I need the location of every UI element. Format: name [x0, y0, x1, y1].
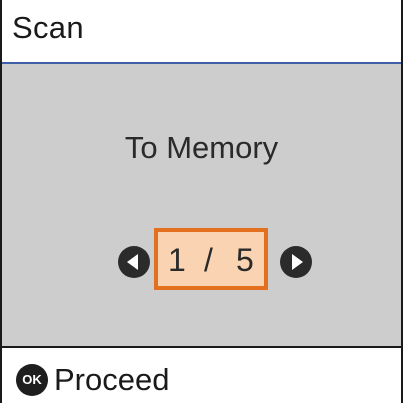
destination-label: To Memory: [124, 130, 279, 165]
total-pages: 5: [236, 242, 254, 278]
content-area: To Memory 1 / 5: [2, 64, 401, 346]
page-indicator[interactable]: 1 / 5: [154, 228, 268, 290]
ok-button-icon[interactable]: OK: [16, 364, 48, 396]
arrow-right-circle-icon[interactable]: [280, 246, 312, 278]
page-separator: /: [204, 242, 213, 278]
current-page: 1: [168, 242, 186, 278]
arrow-left-circle-icon[interactable]: [118, 246, 150, 278]
header: Scan: [2, 0, 401, 64]
footer: OK Proceed: [2, 348, 401, 403]
proceed-label[interactable]: Proceed: [54, 362, 169, 398]
lcd-screen: Scan To Memory 1 / 5 OK Proceed: [0, 0, 403, 403]
screen-title: Scan: [12, 10, 84, 45]
page-selector: 1 / 5: [2, 226, 401, 296]
